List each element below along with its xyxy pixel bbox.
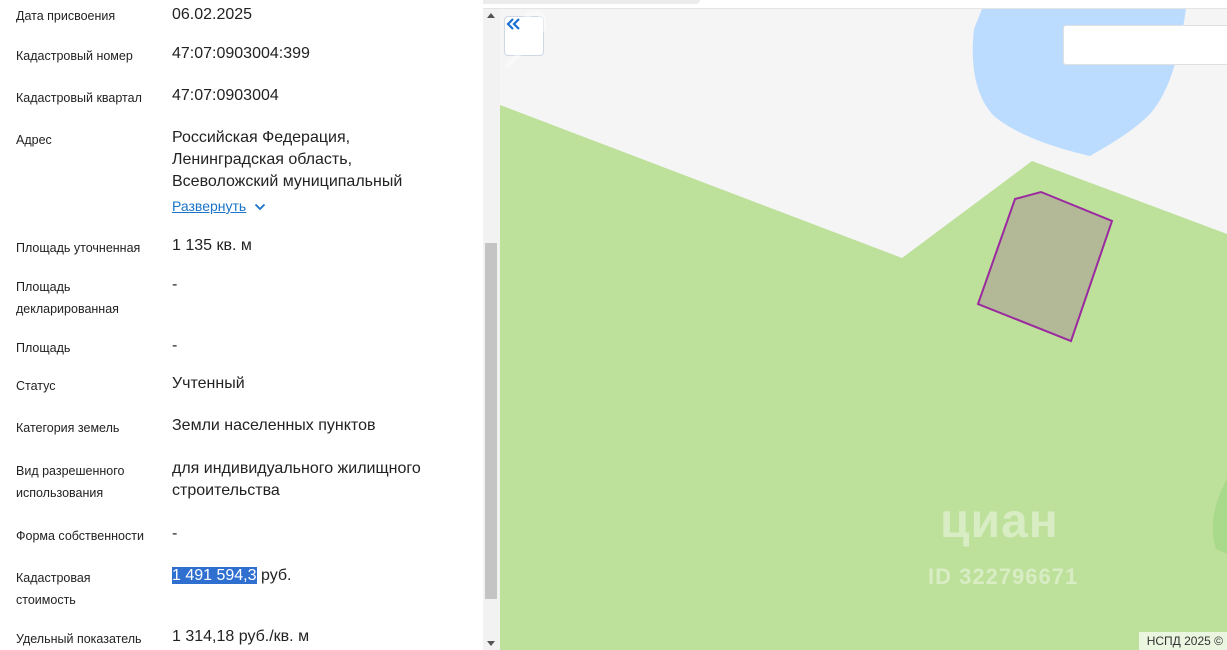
selected-text: 1 491 594,3: [172, 567, 257, 584]
value-line: для индивидуального жилищного: [172, 460, 421, 477]
label-ownership-form: Форма собственности: [16, 529, 144, 543]
label-area-declared: Площадь декларированная: [16, 276, 156, 320]
label-status: Статус: [16, 379, 56, 393]
scroll-thumb[interactable]: [485, 243, 497, 599]
watermark-pin-icon: [504, 10, 546, 69]
value-permitted-use: для индивидуального жилищного строительс…: [172, 458, 472, 502]
value-area-declared: -: [172, 276, 178, 293]
value-area-specified: 1 135 кв. м: [172, 237, 252, 254]
scroll-up-arrow-icon[interactable]: [487, 13, 495, 18]
map-canvas[interactable]: [500, 9, 1227, 650]
address-line: Всеволожский муниципальный: [172, 173, 403, 190]
label-cadastral-quarter: Кадастровый квартал: [16, 91, 142, 105]
value-cadastral-number: 47:07:0903004:399: [172, 45, 310, 62]
value-status: Учтенный: [172, 375, 245, 392]
label-line: Площадь: [16, 280, 71, 294]
label-date-assigned: Дата присвоения: [16, 9, 116, 23]
address-line: Российская Федерация,: [172, 129, 351, 146]
label-line: Вид разрешенного: [16, 464, 125, 478]
value-unit: руб.: [256, 567, 292, 584]
map-copyright: НСПД 2025 ©: [1138, 632, 1227, 650]
address-line: Ленинградская область,: [172, 151, 353, 168]
value-cadastral-value: 1 491 594,3 руб.: [172, 565, 472, 587]
value-specific-indicator: 1 314,18 руб./кв. м: [172, 628, 310, 645]
label-land-category: Категория земель: [16, 421, 120, 435]
label-line: декларированная: [16, 302, 119, 316]
land-area: [500, 105, 1227, 650]
label-cadastral-value: Кадастровая стоимость: [16, 567, 156, 611]
label-line: использования: [16, 486, 104, 500]
scroll-down-arrow-icon[interactable]: [487, 641, 495, 646]
label-line: стоимость: [16, 593, 76, 607]
expand-address[interactable]: Развернуть: [172, 195, 472, 218]
watermark-id: ID 322796671: [928, 564, 1079, 589]
label-address: Адрес: [16, 133, 52, 147]
value-address: Российская Федерация, Ленинградская обла…: [172, 127, 472, 218]
label-area: Площадь: [16, 341, 71, 355]
value-land-category: Земли населенных пунктов: [172, 417, 376, 434]
value-cadastral-quarter: 47:07:0903004: [172, 87, 279, 104]
label-line: Кадастровая: [16, 571, 91, 585]
label-area-specified: Площадь уточненная: [16, 241, 141, 255]
map-search-box[interactable]: [1063, 25, 1227, 65]
label-cadastral-number: Кадастровый номер: [16, 49, 133, 63]
value-area: -: [172, 337, 178, 354]
value-ownership-form: -: [172, 525, 178, 542]
expand-link[interactable]: Развернуть: [172, 195, 246, 217]
panel-scrollbar[interactable]: [483, 9, 500, 650]
chevron-down-icon[interactable]: [254, 196, 266, 218]
map-view[interactable]: циан ID 322796671 НСПД 2025 ©: [500, 9, 1227, 650]
value-date-assigned: 06.02.2025: [172, 6, 253, 23]
label-specific-indicator: Удельный показатель: [16, 632, 142, 646]
label-permitted-use: Вид разрешенного использования: [16, 460, 156, 504]
property-info-panel: Дата присвоения 06.02.2025 Кадастровый н…: [0, 0, 483, 650]
watermark-text: циан: [940, 495, 1059, 548]
value-line: строительства: [172, 482, 280, 499]
